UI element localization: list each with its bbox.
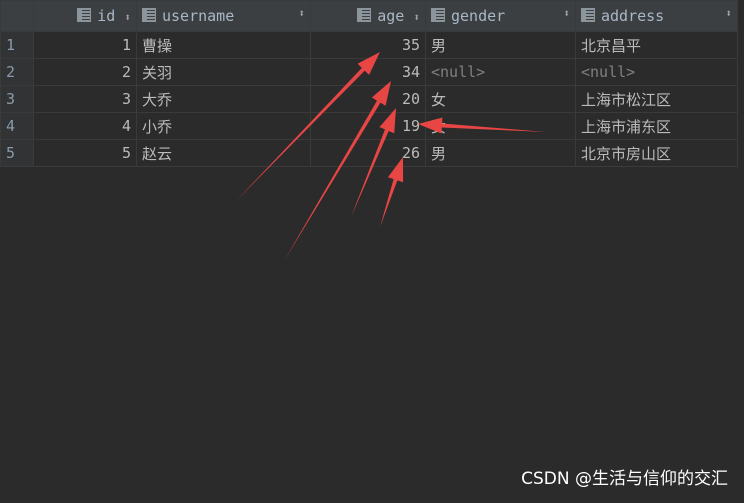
watermark: CSDN @生活与信仰的交汇 <box>521 469 728 489</box>
arrow-annotation <box>418 117 546 134</box>
annotation-arrows <box>236 52 546 261</box>
arrow-annotation <box>284 81 391 261</box>
arrow-annotation <box>236 52 380 201</box>
arrow-annotation <box>380 157 404 227</box>
